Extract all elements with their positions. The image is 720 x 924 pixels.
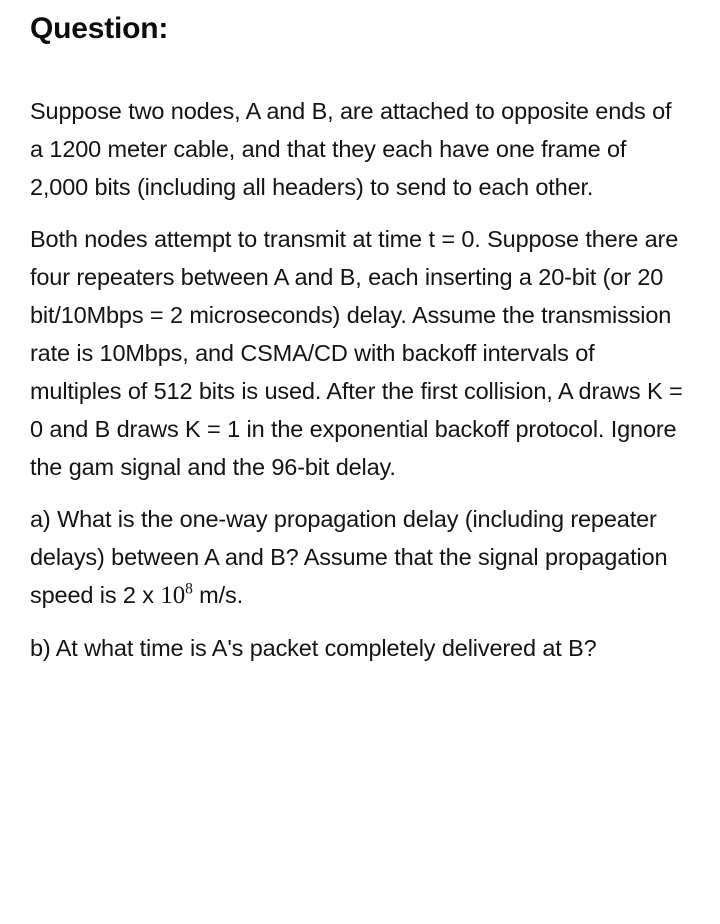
part-a-text-after-math: m/s. [192,582,243,608]
question-part-a: a) What is the one-way propagation delay… [30,500,690,615]
paragraph-spacer-1 [30,206,690,220]
paragraph-setup: Suppose two nodes, A and B, are attached… [30,98,672,200]
title-spacer [30,46,690,92]
paragraph-spacer-2 [30,486,690,500]
paragraph-spacer-3 [30,615,690,629]
power-exponent: 8 [185,580,193,598]
question-page: Question: Suppose two nodes, A and B, ar… [0,0,720,924]
question-part-b: b) At what time is A's packet completely… [30,635,597,661]
part-a-text-before-math: a) What is the one-way propagation delay… [30,506,668,608]
paragraph-assumptions: Both nodes attempt to transmit at time t… [30,226,683,480]
propagation-speed-power: 108 [160,580,193,609]
page-title: Question: [30,12,169,45]
power-base: 10 [160,582,186,609]
